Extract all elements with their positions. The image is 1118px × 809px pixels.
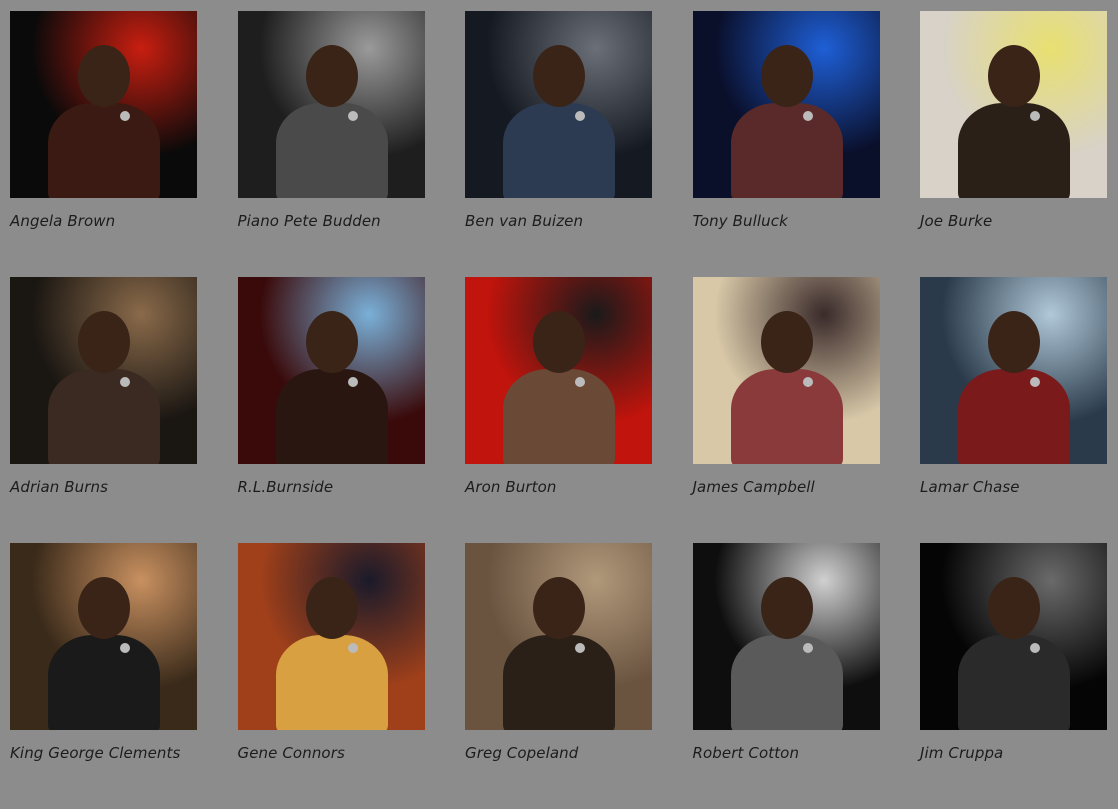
band-bar-photo[interactable] <box>10 543 197 730</box>
artist-name[interactable]: R.L.Burnside <box>238 478 426 496</box>
artist-name[interactable]: Gene Connors <box>238 744 426 762</box>
artist-name[interactable]: Aron Burton <box>465 478 653 496</box>
artist-name[interactable]: James Campbell <box>693 478 881 496</box>
performer-head <box>305 45 358 107</box>
artist-card[interactable]: Gene Connors <box>237 543 426 809</box>
microphone-icon <box>347 111 358 121</box>
artist-card[interactable]: R.L.Burnside <box>237 277 426 543</box>
artist-card[interactable]: Piano Pete Budden <box>237 11 426 277</box>
band-stage-photo[interactable] <box>465 11 652 198</box>
artist-name[interactable]: Jim Cruppa <box>920 744 1108 762</box>
microphone-icon <box>802 643 813 653</box>
artist-card[interactable]: Aron Burton <box>465 277 653 543</box>
performer-silhouette <box>503 369 615 464</box>
artist-name[interactable]: Greg Copeland <box>465 744 653 762</box>
performer-head <box>533 45 585 107</box>
performer-silhouette <box>730 103 843 198</box>
artist-name[interactable]: Tony Bulluck <box>693 212 881 230</box>
trombonist-photo[interactable] <box>237 543 425 730</box>
microphone-icon <box>1030 111 1040 121</box>
pianist-black-white-photo[interactable] <box>237 11 425 198</box>
performer-silhouette <box>503 635 615 730</box>
artist-card[interactable]: Robert Cotton <box>692 543 881 809</box>
guitarist-pub-photo[interactable] <box>10 277 197 464</box>
artist-name[interactable]: Joe Burke <box>920 212 1108 230</box>
performer-head <box>760 45 813 107</box>
artist-card[interactable]: Angela Brown <box>10 11 198 277</box>
artist-card[interactable]: Ben van Buizen <box>465 11 653 277</box>
performer-head <box>533 311 585 373</box>
singer-cowboy-hat-photo[interactable] <box>465 277 652 464</box>
microphone-icon <box>120 643 130 653</box>
artist-card[interactable]: Adrian Burns <box>10 277 198 543</box>
artist-card[interactable]: Tony Bulluck <box>692 11 881 277</box>
artist-name[interactable]: Robert Cotton <box>693 744 881 762</box>
performer-head <box>305 311 358 373</box>
artist-card[interactable]: Greg Copeland <box>465 543 653 809</box>
singer-red-dress-photo[interactable] <box>10 11 197 198</box>
microphone-icon <box>347 643 358 653</box>
artist-grid: Angela Brown Piano Pete Budden Ben van Bui… <box>10 11 1108 809</box>
performer-silhouette <box>958 635 1070 730</box>
microphone-icon <box>575 377 585 387</box>
guitarist-red-guitar-photo[interactable] <box>920 277 1107 464</box>
performer-head <box>533 577 585 639</box>
performer-head <box>988 311 1040 373</box>
performer-head <box>305 577 358 639</box>
artist-name[interactable]: Angela Brown <box>10 212 198 230</box>
performer-head <box>760 311 813 373</box>
artist-card[interactable]: James Campbell <box>692 277 881 543</box>
guitarist-red-stage-photo[interactable] <box>237 277 425 464</box>
microphone-icon <box>802 377 813 387</box>
performer-head <box>78 577 130 639</box>
performer-head <box>78 45 130 107</box>
artist-name[interactable]: King George Clements <box>10 744 198 762</box>
microphone-icon <box>575 111 585 121</box>
performer-silhouette <box>503 103 615 198</box>
performer-head <box>760 577 813 639</box>
artist-card[interactable]: Jim Cruppa <box>920 543 1108 809</box>
performer-silhouette <box>48 369 160 464</box>
microphone-icon <box>347 377 358 387</box>
performer-head <box>988 45 1040 107</box>
artist-name[interactable]: Lamar Chase <box>920 478 1108 496</box>
microphone-icon <box>575 643 585 653</box>
duo-guitars-bw-photo[interactable] <box>692 543 880 730</box>
performer-silhouette <box>48 635 160 730</box>
performer-silhouette <box>958 103 1070 198</box>
band-group-photo[interactable] <box>692 277 880 464</box>
singer-yellow-jacket-photo[interactable] <box>920 11 1107 198</box>
microphone-icon <box>120 111 130 121</box>
artist-name[interactable]: Adrian Burns <box>10 478 198 496</box>
artist-name[interactable]: Piano Pete Budden <box>238 212 426 230</box>
microphone-icon <box>1030 377 1040 387</box>
performer-head <box>988 577 1040 639</box>
microphone-icon <box>802 111 813 121</box>
artist-name[interactable]: Ben van Buizen <box>465 212 653 230</box>
singer-hat-sepia-photo[interactable] <box>465 543 652 730</box>
performer-silhouette <box>958 369 1070 464</box>
microphone-icon <box>1030 643 1040 653</box>
performer-silhouette <box>275 103 388 198</box>
guitarist-blue-light-photo[interactable] <box>692 11 880 198</box>
artist-card[interactable]: King George Clements <box>10 543 198 809</box>
artist-card[interactable]: Joe Burke <box>920 11 1108 277</box>
microphone-icon <box>120 377 130 387</box>
performer-silhouette <box>275 369 388 464</box>
artist-card[interactable]: Lamar Chase <box>920 277 1108 543</box>
singer-bw-photo[interactable] <box>920 543 1107 730</box>
performer-silhouette <box>48 103 160 198</box>
performer-silhouette <box>275 635 388 730</box>
performer-silhouette <box>730 369 843 464</box>
performer-head <box>78 311 130 373</box>
performer-silhouette <box>730 635 843 730</box>
